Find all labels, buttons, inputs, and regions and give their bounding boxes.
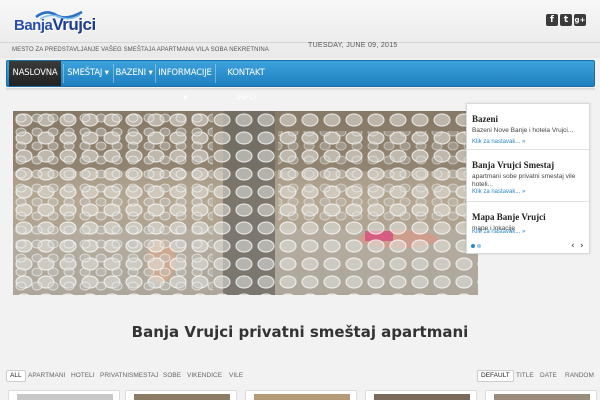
site-header: BanjaVrujci Mesto za predstavljanje vaše…	[0, 0, 600, 58]
header-divider	[0, 42, 600, 43]
pool-fountain-photo	[13, 111, 478, 295]
sort-random[interactable]: RANDOM	[565, 370, 594, 382]
listing-card[interactable]	[8, 390, 120, 400]
page-heading: Banja Vrujci privatni smeštaj apartmani	[131, 323, 469, 341]
sort-date[interactable]: DATE	[540, 370, 557, 382]
nav-item-naslovna[interactable]: NASLOVNA	[9, 61, 61, 86]
current-date: TUESDAY, JUNE 09, 2015	[308, 42, 398, 49]
filter-hoteli[interactable]: HOTELI	[71, 370, 94, 382]
twitter-icon[interactable]: t	[560, 14, 572, 26]
logo-text-banja: Banja	[14, 17, 53, 34]
listing-card[interactable]	[245, 390, 357, 400]
filter-vile[interactable]: VILE	[229, 370, 243, 382]
site-logo[interactable]: BanjaVrujci	[12, 6, 102, 38]
main-navigation: NASLOVNA SMEŠTAJ ▾ BAZENI ▾ INFORMACIJE …	[6, 60, 595, 103]
slider-dot-active[interactable]	[471, 244, 475, 248]
listing-thumbnail	[494, 394, 590, 400]
nav-separator	[63, 64, 64, 83]
featured-slider-image[interactable]	[13, 111, 478, 295]
nav-item-bazeni[interactable]: BAZENI ▾	[115, 61, 153, 86]
slide-description: apartmani sobe privatni smestaj vile hot…	[472, 173, 576, 188]
slider-dot[interactable]	[477, 244, 481, 248]
slide-title: Banja Vrujci Smestaj	[472, 160, 555, 170]
listing-card[interactable]	[125, 390, 237, 400]
slider-next-arrow[interactable]: ›	[580, 241, 584, 251]
read-more-link[interactable]: Klik za nastavak... »	[472, 229, 525, 235]
slide-title: Mapa Banje Vrujci	[472, 212, 546, 222]
slide-description: Bazeni Nove Banje i hotela Vrujci...	[472, 127, 574, 134]
slide-title: Bazeni	[472, 114, 498, 124]
site-tagline: Mesto za predstavljanje vašeg smeštaja a…	[12, 47, 269, 53]
portfolio-filter-bar: ALL APARTMANI HOTELI PRIVATNISMESTAJ SOB…	[0, 370, 600, 384]
listing-card[interactable]	[365, 390, 477, 400]
slider-side-panel: Bazeni Bazeni Nove Banje i hotela Vrujci…	[466, 103, 590, 254]
read-more-link[interactable]: Klik za nastavak... »	[472, 189, 525, 195]
nav-separator	[113, 64, 114, 83]
read-more-link[interactable]: Klik za nastavak... »	[472, 139, 525, 145]
filter-apartmani[interactable]: APARTMANI	[28, 370, 65, 382]
nav-item-smestaj[interactable]: SMEŠTAJ ▾	[65, 61, 111, 86]
nav-separator	[215, 64, 216, 83]
slide-link-smestaj[interactable]: Banja Vrujci Smestaj apartmani sobe priv…	[467, 150, 589, 202]
filter-privatnismestaj[interactable]: PRIVATNISMESTAJ	[100, 370, 159, 382]
sort-title[interactable]: TITLE	[516, 370, 534, 382]
filter-all[interactable]: ALL	[6, 370, 26, 382]
listing-thumbnail	[17, 394, 113, 400]
facebook-icon[interactable]: f	[546, 14, 558, 26]
nav-item-kontakt-info[interactable]: KONTAKT INFO	[217, 61, 275, 103]
nav-shadow	[6, 88, 595, 91]
slide-link-bazeni[interactable]: Bazeni Bazeni Nove Banje i hotela Vrujci…	[467, 104, 589, 150]
slider-prev-arrow[interactable]: ‹	[571, 241, 575, 251]
filter-vikendice[interactable]: VIKENDICE	[187, 370, 222, 382]
listing-thumbnail	[374, 394, 470, 400]
filter-sobe[interactable]: SOBE	[163, 370, 181, 382]
logo-text-vrujci: Vrujci	[52, 15, 96, 34]
listing-card[interactable]	[485, 390, 597, 400]
google-plus-icon[interactable]: g+	[574, 14, 586, 26]
listing-thumbnail	[254, 394, 350, 400]
nav-item-informacije[interactable]: INFORMACIJE ▾	[157, 61, 213, 103]
listing-thumbnail	[134, 394, 230, 400]
nav-separator	[155, 64, 156, 83]
sort-default[interactable]: DEFAULT	[477, 370, 514, 382]
